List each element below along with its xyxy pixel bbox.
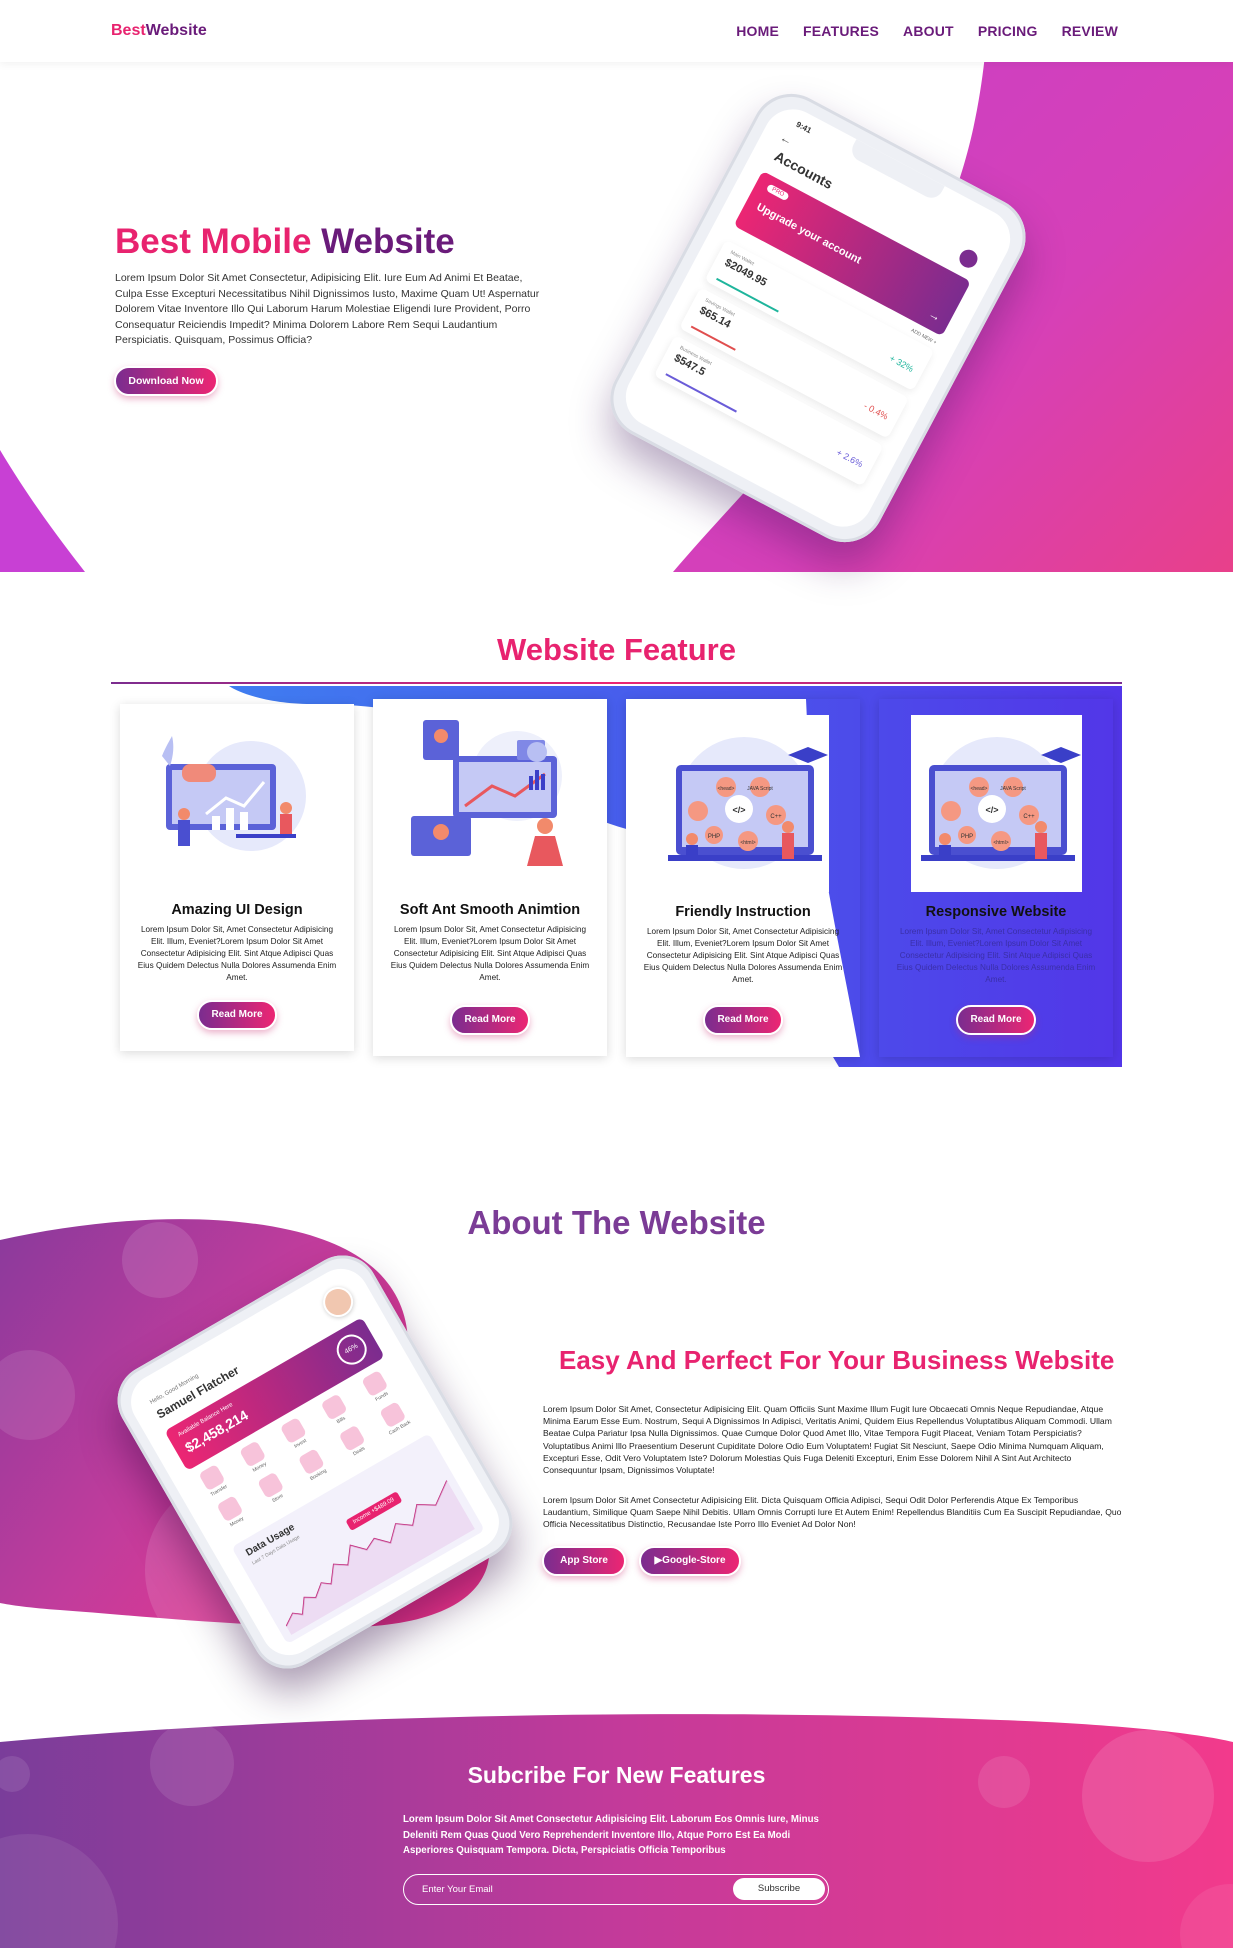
logo-part-1: Best [111,22,146,39]
read-more-button[interactable]: Read More [450,1005,530,1035]
card-title: Soft Ant Smooth Animtion [399,902,581,918]
site-logo[interactable]: BestWebsite [111,22,207,40]
download-now-button[interactable]: Download Now [114,366,218,396]
user-avatar-icon [956,246,981,271]
hero-title-part-2: Website [321,222,455,261]
quick-action[interactable]: Store [250,1468,294,1510]
subscribe-description: Lorem Ipsum Dolor Sit Amet Consectetur A… [403,1814,819,1856]
code-label: PHP [961,834,973,840]
code-label: <head> [971,786,988,792]
about-paragraph-1: Lorem Ipsum Dolor Sit Amet, Consectetur … [543,1404,1112,1476]
code-label: <head> [718,786,735,792]
google-store-button[interactable]: ▶Google-Store [639,1546,741,1576]
upgrade-text: Upgrade your account [754,201,864,267]
arrow-right-icon: → [926,306,944,325]
feature-card: </> <head> JAVA Script C++ PHP <html> Re… [879,699,1113,1057]
feature-card: </> <head> JAVA Script C++ PHP <html> Fr… [626,699,860,1057]
about-paragraph-2: Lorem Ipsum Dolor Sit Amet Consectetur A… [543,1495,1122,1530]
card-title: Amazing UI Design [171,902,303,918]
user-avatar [317,1281,359,1323]
card-text: Lorem Ipsum Dolor Sit, Amet Consectetur … [896,927,1096,984]
read-more-button[interactable]: Read More [197,1000,277,1030]
card-text: Lorem Ipsum Dolor Sit, Amet Consectetur … [137,925,337,982]
subscribe-form: Subscribe [403,1874,829,1905]
balance-percent: 46% [331,1329,373,1371]
hero-title-part-1: Best Mobile [115,222,322,261]
subscribe-button[interactable]: Subscribe [733,1878,825,1900]
phone-time: 9:41 [794,119,813,136]
back-arrow-icon: ← [777,130,795,149]
nav-features[interactable]: FEATURES [803,23,879,39]
code-label: </> [985,805,998,815]
quick-action[interactable]: Invest [273,1413,317,1455]
feature-card: Soft Ant Smooth Animtion Lorem Ipsum Dol… [373,699,607,1056]
app-store-label: App Store [560,1555,608,1566]
about-title: About The Website [467,1204,766,1241]
wallet-bar [665,373,737,413]
feature-card: Amazing UI Design Lorem Ipsum Dolor Sit,… [120,704,354,1051]
responsive-illustration: </> <head> JAVA Script C++ PHP <html> [921,737,1081,869]
top-navbar: BestWebsite HOME FEATURES ABOUT PRICING … [0,0,1233,62]
action-label: Bills [335,1415,347,1426]
nav-about[interactable]: ABOUT [903,23,954,39]
wallet-change: + 2.6% [834,447,865,470]
wallet-change: - 0.4% [862,400,890,422]
nav-pricing[interactable]: PRICING [978,23,1038,39]
code-illustration: </> <head> JAVA Script C++ PHP <html> [668,737,828,869]
card-title: Responsive Website [925,904,1067,920]
pro-badge: PRO [765,183,790,202]
google-store-label: Google-Store [662,1555,726,1566]
quick-action[interactable]: Bills [314,1390,358,1432]
quick-action[interactable]: Transfer [191,1460,235,1502]
code-label: JAVA Script [1000,786,1026,792]
quick-action[interactable]: Money [232,1437,276,1479]
code-label: JAVA Script [747,786,773,792]
quick-action[interactable]: Money [209,1492,253,1534]
read-more-button[interactable]: Read More [703,1005,783,1035]
card-text: Lorem Ipsum Dolor Sit, Amet Consectetur … [390,925,590,982]
ui-design-illustration [162,736,306,851]
read-more-button[interactable]: Read More [956,1005,1036,1035]
subscribe-title: Subcribe For New Features [467,1762,766,1788]
logo-part-2: Website [145,22,207,39]
features-title: Website Feature [497,632,736,667]
app-store-button[interactable]: App Store [542,1546,626,1576]
nav-links: HOME FEATURES ABOUT PRICING REVIEW [736,23,1118,39]
code-label: C++ [1023,814,1035,820]
nav-review[interactable]: REVIEW [1062,23,1118,39]
nav-home[interactable]: HOME [736,23,779,39]
card-illustration-frame: </> <head> JAVA Script C++ PHP <html> [658,715,829,892]
card-title: Friendly Instruction [675,904,811,920]
quick-action[interactable]: Cash Back [372,1398,416,1440]
hero-title: Best Mobile Website [115,222,455,262]
email-input[interactable] [422,1875,722,1903]
quick-action[interactable]: Funds [354,1366,398,1408]
card-text: Lorem Ipsum Dolor Sit, Amet Consectetur … [643,927,843,984]
code-label: </> [732,805,745,815]
code-label: <html> [993,840,1008,846]
wallet-change: + 32% [887,353,916,375]
card-illustration-frame: </> <head> JAVA Script C++ PHP <html> [911,715,1082,892]
code-label: C++ [770,814,782,820]
about-subtitle: Easy And Perfect For Your Business Websi… [559,1345,1115,1375]
animation-illustration [411,720,563,866]
code-label: PHP [708,834,720,840]
quick-action[interactable]: Booking [291,1445,335,1487]
hero-description: Lorem Ipsum Dolor Sit Amet Consectetur, … [115,272,540,347]
quick-action[interactable]: Deals [332,1421,376,1463]
code-label: <html> [740,840,755,846]
